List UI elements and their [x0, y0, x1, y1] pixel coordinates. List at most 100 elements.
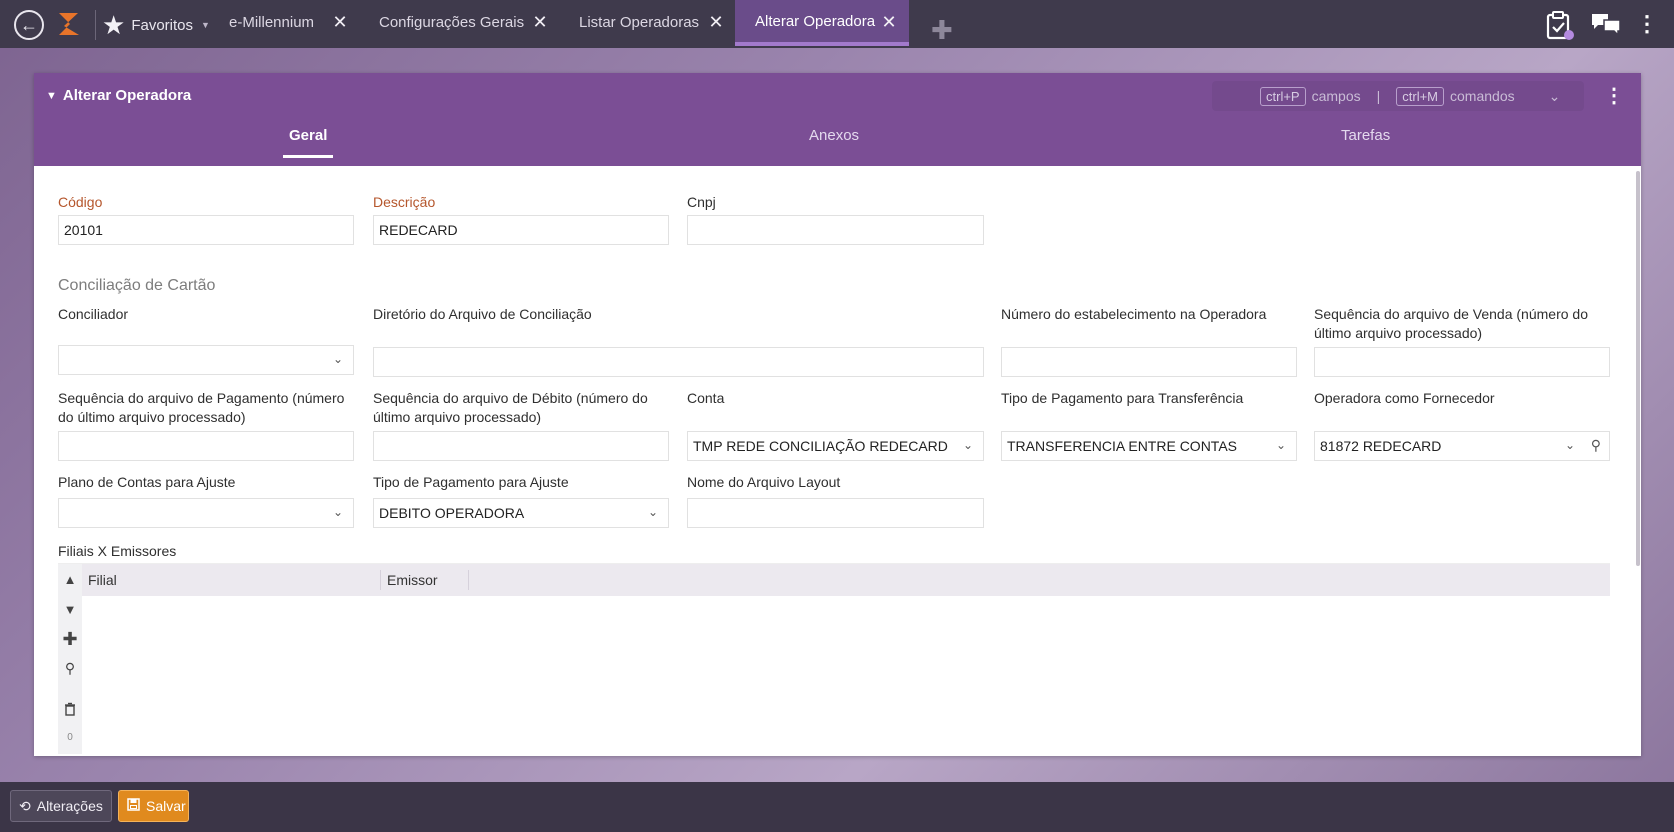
- tipo-pagamento-transferencia-value: TRANSFERENCIA ENTRE CONTAS: [1007, 438, 1237, 454]
- sequencia-venda-label: Sequência do arquivo de Venda (número do…: [1314, 306, 1588, 341]
- tipo-pagamento-ajuste-select[interactable]: DEBITO OPERADORA ⌄: [373, 498, 669, 528]
- divider: [95, 10, 96, 40]
- conciliador-select[interactable]: ⌄: [58, 345, 354, 375]
- tab-label: e-Millennium: [229, 13, 315, 31]
- operadora-fornecedor-label: Operadora como Fornecedor: [1314, 390, 1495, 406]
- scrollbar[interactable]: [1636, 171, 1640, 566]
- grid-header: Filial Emissor: [82, 564, 1610, 596]
- diretorio-field[interactable]: [373, 347, 984, 377]
- chevron-down-icon: ⌄: [332, 505, 343, 519]
- trash-icon[interactable]: [58, 702, 82, 719]
- column-header-filial[interactable]: Filial: [88, 572, 117, 588]
- cnpj-field[interactable]: [687, 215, 984, 245]
- shortcut-hints: ctrl+P campos | ctrl+M comandos ⌄: [1212, 81, 1584, 111]
- shortcut-label-fields: campos: [1311, 88, 1361, 104]
- alteracoes-button[interactable]: ⟲ Alterações: [10, 790, 112, 822]
- search-icon[interactable]: ⚲: [58, 660, 82, 677]
- chevron-down-icon: ⌄: [1275, 438, 1286, 452]
- card-title-text: Alterar Operadora: [62, 87, 192, 104]
- operadora-fornecedor-select[interactable]: 81872 REDECARD ⌄ ⚲: [1314, 431, 1610, 461]
- chevron-down-icon[interactable]: ⌄: [1565, 438, 1575, 452]
- conta-select[interactable]: TMP REDE CONCILIAÇÃO REDECARD ⌄: [687, 431, 984, 461]
- diretorio-label: Diretório do Arquivo de Conciliação: [373, 306, 592, 322]
- favorites-label: Favoritos: [131, 16, 193, 34]
- tipo-pagamento-transferencia-label: Tipo de Pagamento para Transferência: [1001, 390, 1244, 406]
- shortcut-separator: |: [1376, 88, 1381, 104]
- tab-tarefas[interactable]: Tarefas: [1341, 127, 1390, 155]
- row-count: 0: [67, 732, 73, 743]
- tipo-pagamento-ajuste-value: DEBITO OPERADORA: [379, 505, 525, 521]
- app-logo-icon[interactable]: [56, 10, 82, 38]
- tab-configuracoes-gerais[interactable]: Configurações Gerais ✕: [379, 0, 559, 44]
- grid-body[interactable]: [82, 596, 1610, 754]
- sequencia-debito-label: Sequência do arquivo de Débito (número d…: [373, 390, 648, 425]
- tab-alterar-operadora[interactable]: Alterar Operadora ✕: [735, 0, 909, 46]
- tab-listar-operadoras[interactable]: Listar Operadoras ✕: [579, 0, 729, 44]
- tab-label: Configurações Gerais: [379, 13, 525, 31]
- numero-estabelecimento-field[interactable]: [1001, 347, 1297, 377]
- plano-contas-label: Plano de Contas para Ajuste: [58, 474, 236, 490]
- close-icon[interactable]: ✕: [706, 12, 726, 32]
- chevron-down-icon: ⌄: [332, 352, 343, 366]
- shortcut-key-commands: ctrl+M: [1396, 86, 1445, 106]
- shortcut-label-commands: comandos: [1450, 88, 1515, 104]
- tipo-pagamento-transferencia-select[interactable]: TRANSFERENCIA ENTRE CONTAS ⌄: [1001, 431, 1297, 461]
- operadora-fornecedor-value: 81872 REDECARD: [1320, 438, 1442, 454]
- tab-geral[interactable]: Geral: [283, 127, 334, 158]
- clipboard-check-icon[interactable]: [1546, 10, 1574, 40]
- bottom-bar: [0, 782, 1674, 832]
- close-icon[interactable]: ✕: [879, 12, 899, 32]
- add-icon[interactable]: ✚: [58, 629, 82, 650]
- cnpj-label: Cnpj: [687, 194, 716, 210]
- column-header-emissor[interactable]: Emissor: [387, 572, 438, 588]
- nome-arquivo-layout-field[interactable]: [687, 498, 984, 528]
- numero-estabelecimento-label: Número do estabelecimento na Operadora: [1001, 306, 1267, 322]
- sort-up-icon[interactable]: ▲: [58, 572, 82, 587]
- codigo-field[interactable]: 20101: [58, 215, 354, 245]
- search-icon[interactable]: ⚲: [1591, 437, 1601, 454]
- chat-icon[interactable]: [1590, 10, 1622, 38]
- card-header: ▼ Alterar Operadora ctrl+P campos | ctrl…: [34, 73, 1641, 166]
- grid-toolbar: ▲ ▼ ✚ ⚲ 0: [58, 564, 82, 754]
- favorites-menu[interactable]: ★ Favoritos ▼: [102, 10, 210, 40]
- conta-label: Conta: [687, 390, 725, 406]
- tipo-pagamento-ajuste-label: Tipo de Pagamento para Ajuste: [373, 474, 569, 490]
- save-button[interactable]: Salvar: [118, 790, 189, 822]
- plano-contas-select[interactable]: ⌄: [58, 498, 354, 528]
- kebab-menu-icon[interactable]: ⋮: [1636, 10, 1658, 38]
- descricao-label: Descrição: [373, 194, 436, 210]
- back-arrow-icon[interactable]: ←: [14, 10, 44, 40]
- notification-dot: [1564, 30, 1574, 40]
- codigo-value: 20101: [64, 222, 103, 238]
- descricao-field[interactable]: REDECARD: [373, 215, 669, 245]
- close-icon[interactable]: ✕: [530, 12, 550, 32]
- codigo-label: Código: [58, 194, 103, 210]
- alteracoes-label: Alterações: [36, 798, 103, 814]
- sort-down-icon[interactable]: ▼: [58, 602, 82, 617]
- collapse-triangle-icon: ▼: [46, 89, 57, 102]
- shortcut-key-fields: ctrl+P: [1260, 86, 1306, 106]
- chevron-down-icon: ⌄: [962, 438, 973, 452]
- descricao-value: REDECARD: [379, 222, 458, 238]
- sequencia-venda-field[interactable]: [1314, 347, 1610, 377]
- star-icon: ★: [102, 9, 126, 40]
- kebab-menu-icon[interactable]: ⋮: [1604, 83, 1624, 108]
- tab-anexos[interactable]: Anexos: [809, 127, 859, 155]
- sequencia-pagamento-label: Sequência do arquivo de Pagamento (númer…: [58, 390, 345, 425]
- close-icon[interactable]: ✕: [330, 12, 350, 32]
- operadora-card: ▼ Alterar Operadora ctrl+P campos | ctrl…: [34, 73, 1641, 756]
- save-label: Salvar: [146, 798, 186, 814]
- column-divider[interactable]: [380, 570, 381, 590]
- sequencia-debito-field[interactable]: [373, 431, 669, 461]
- filiais-emissores-grid: ▲ ▼ ✚ ⚲ 0 Filial Emissor: [58, 563, 1610, 756]
- conta-value: TMP REDE CONCILIAÇÃO REDECARD: [693, 438, 948, 454]
- sequencia-pagamento-field[interactable]: [58, 431, 354, 461]
- tab-e-millennium[interactable]: e-Millennium ✕: [229, 0, 357, 44]
- chevron-down-icon[interactable]: ⌄: [1549, 88, 1561, 105]
- chevron-down-icon: ⌄: [647, 505, 658, 519]
- column-divider[interactable]: [468, 570, 469, 590]
- top-bar: ← ★ Favoritos ▼ e-Millennium ✕ Configura…: [0, 0, 1674, 48]
- history-icon: ⟲: [19, 797, 31, 814]
- plus-icon[interactable]: ✚: [931, 17, 953, 43]
- card-title[interactable]: ▼ Alterar Operadora: [46, 87, 191, 104]
